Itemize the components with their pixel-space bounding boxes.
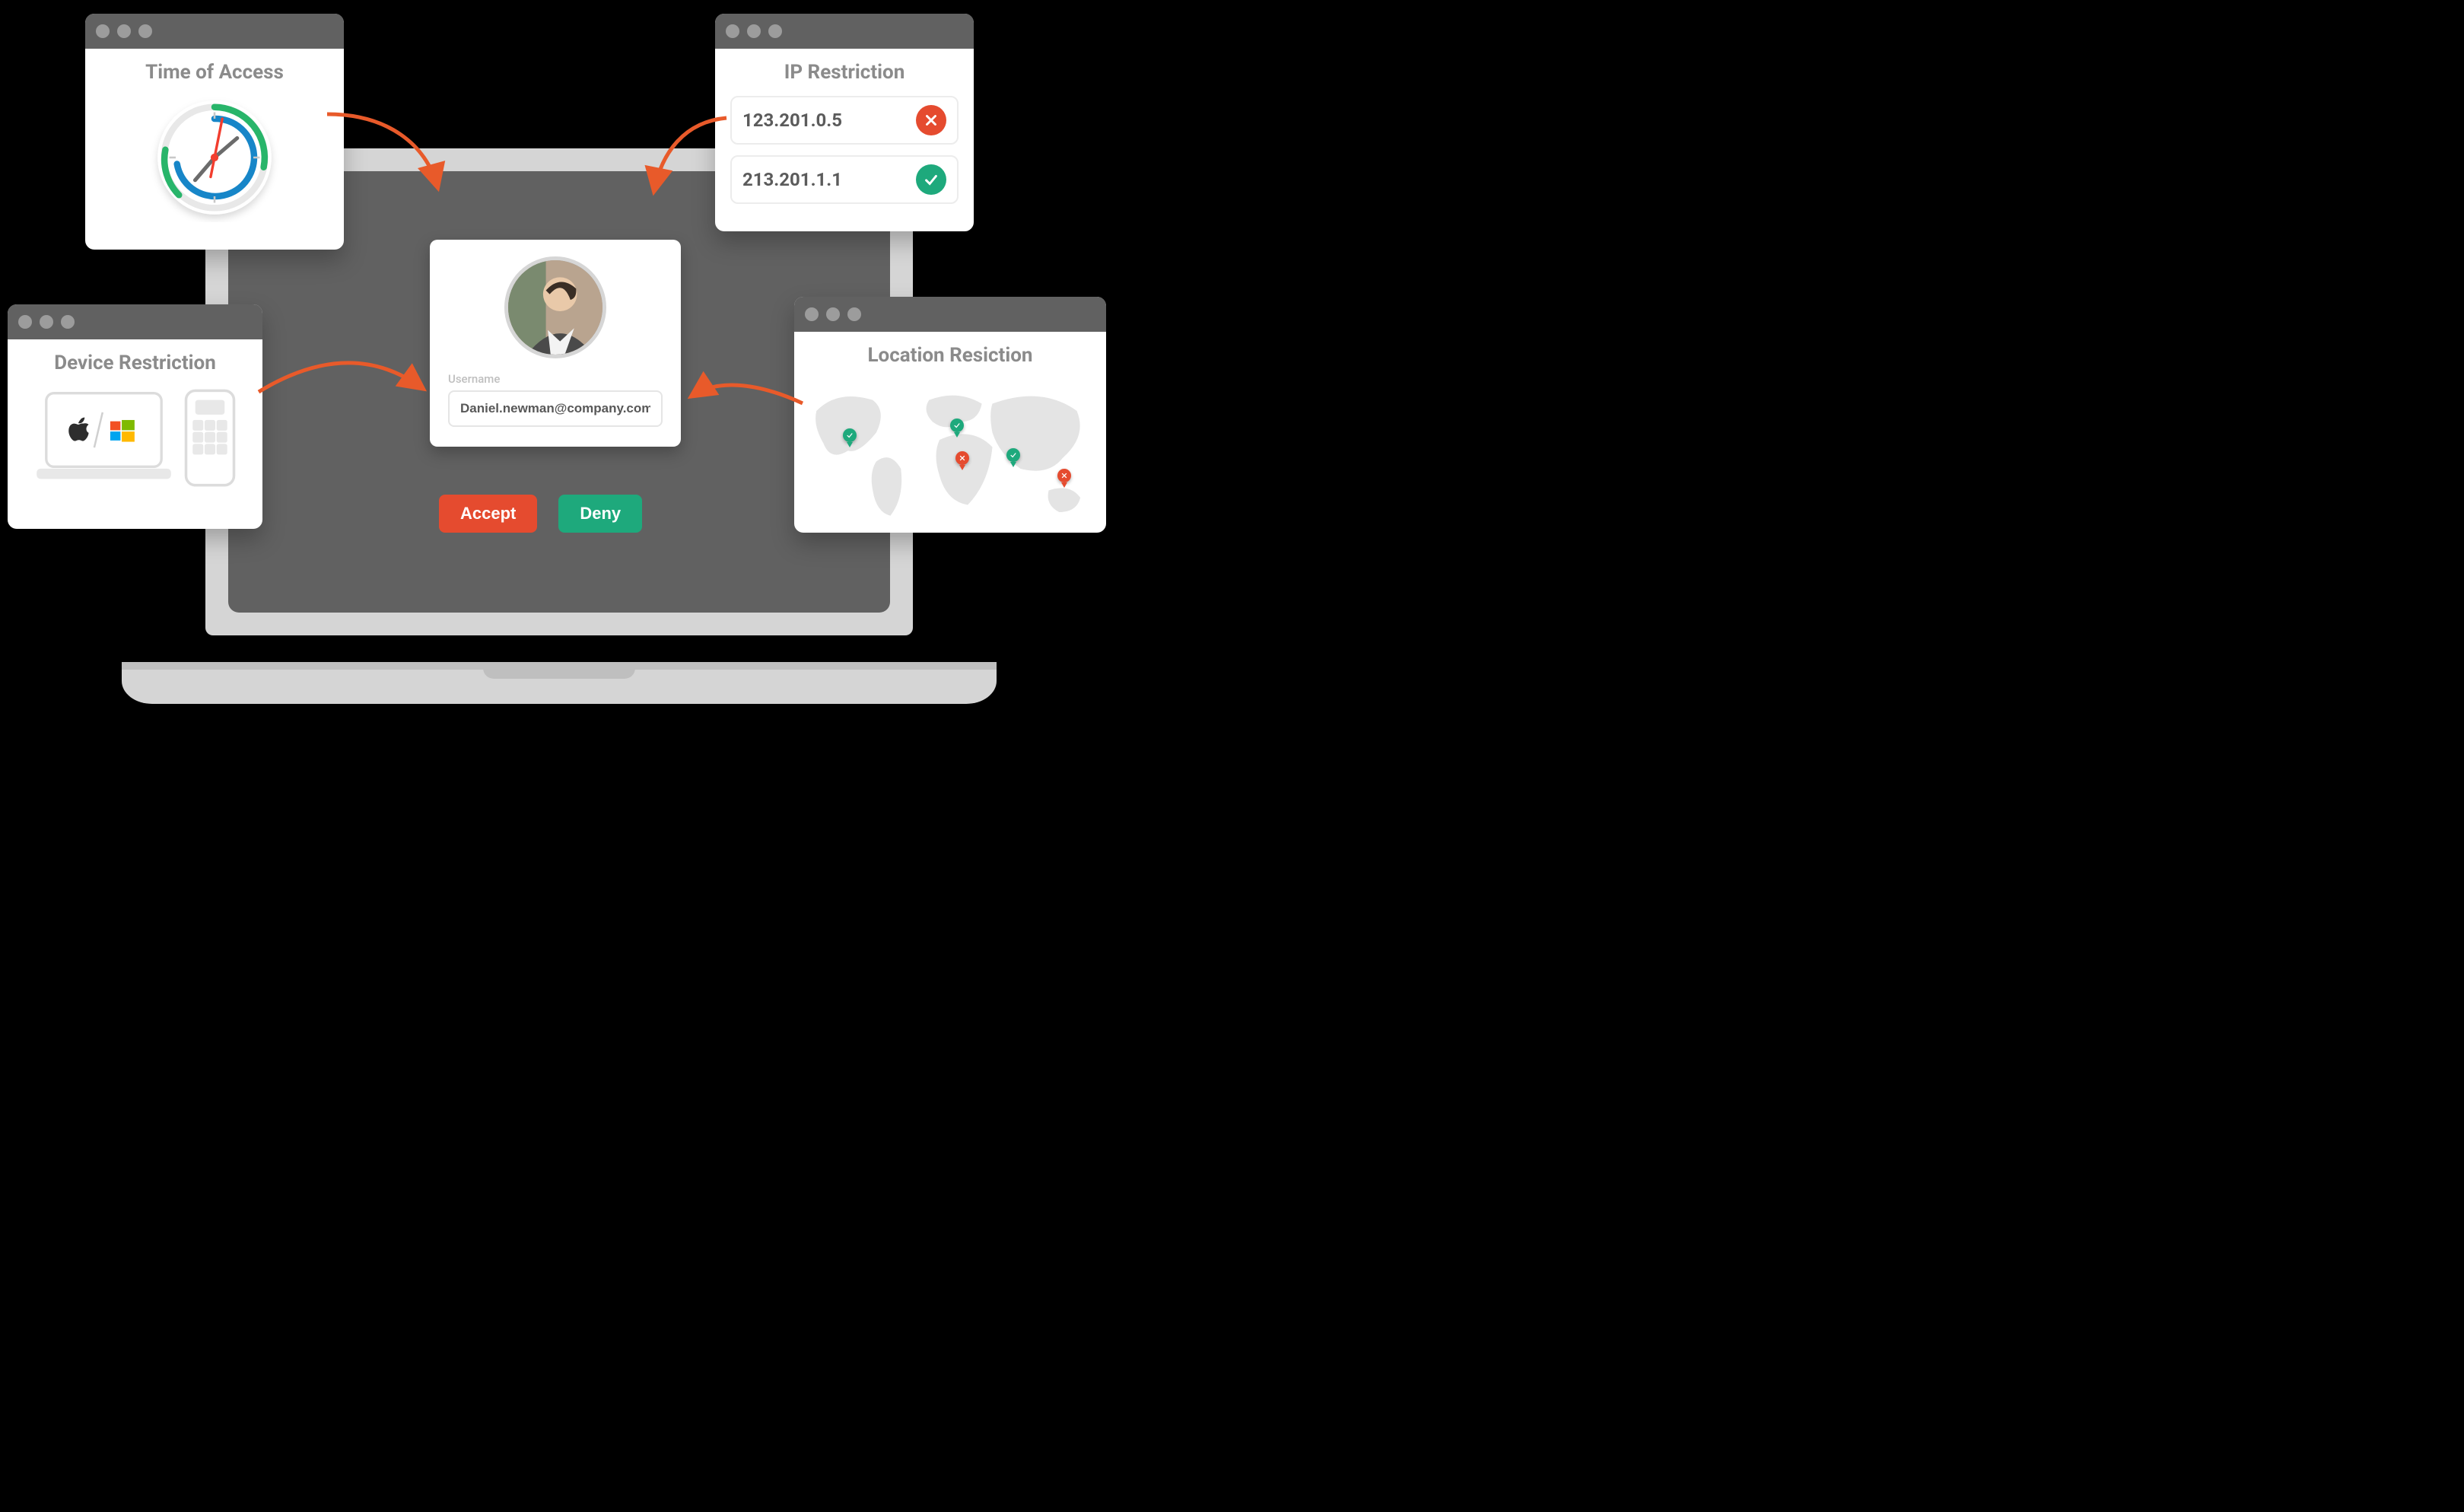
ip-row: 213.201.1.1	[730, 155, 959, 204]
avatar-placeholder-icon	[508, 260, 602, 355]
map-pin-allow-icon	[950, 419, 964, 432]
ip-address: 213.201.1.1	[742, 169, 842, 190]
laptop-notch	[483, 662, 635, 679]
panel-device-restriction: Device Restriction	[8, 304, 262, 529]
phone-device-icon	[183, 387, 237, 489]
panel-titlebar	[8, 304, 262, 339]
x-icon	[916, 105, 946, 135]
window-dot-icon	[805, 307, 819, 321]
deny-button[interactable]: Deny	[558, 495, 642, 533]
window-dot-icon	[826, 307, 840, 321]
panel-title: Time of Access	[85, 49, 344, 90]
avatar	[504, 256, 606, 358]
panel-title: Device Restriction	[8, 339, 262, 380]
map-pin-deny-icon	[1057, 469, 1071, 482]
window-dot-icon	[117, 24, 131, 38]
panel-title: IP Restriction	[715, 49, 974, 90]
window-dot-icon	[726, 24, 739, 38]
panel-title: Location Resiction	[794, 332, 1106, 373]
laptop-device-icon	[33, 387, 174, 489]
world-map-icon	[809, 382, 1091, 527]
window-dot-icon	[747, 24, 761, 38]
ip-address: 123.201.0.5	[742, 110, 842, 131]
window-dot-icon	[96, 24, 110, 38]
window-dot-icon	[40, 315, 53, 329]
clock-icon	[150, 93, 279, 222]
check-icon	[916, 164, 946, 195]
login-card: Username	[430, 240, 681, 447]
window-dot-icon	[847, 307, 861, 321]
panel-ip-restriction: IP Restriction 123.201.0.5 213.201.1.1	[715, 14, 974, 231]
window-dot-icon	[138, 24, 152, 38]
panel-titlebar	[85, 14, 344, 49]
username-field[interactable]	[448, 390, 663, 427]
window-dot-icon	[18, 315, 32, 329]
window-dot-icon	[61, 315, 75, 329]
panel-titlebar	[715, 14, 974, 49]
panel-time-of-access: Time of Access	[85, 14, 344, 250]
panel-titlebar	[794, 297, 1106, 332]
username-label: Username	[448, 372, 663, 386]
panel-location-restriction: Location Resiction	[794, 297, 1106, 533]
ip-row: 123.201.0.5	[730, 96, 959, 145]
laptop-base	[122, 662, 997, 704]
window-dot-icon	[768, 24, 782, 38]
accept-button[interactable]: Accept	[439, 495, 537, 533]
